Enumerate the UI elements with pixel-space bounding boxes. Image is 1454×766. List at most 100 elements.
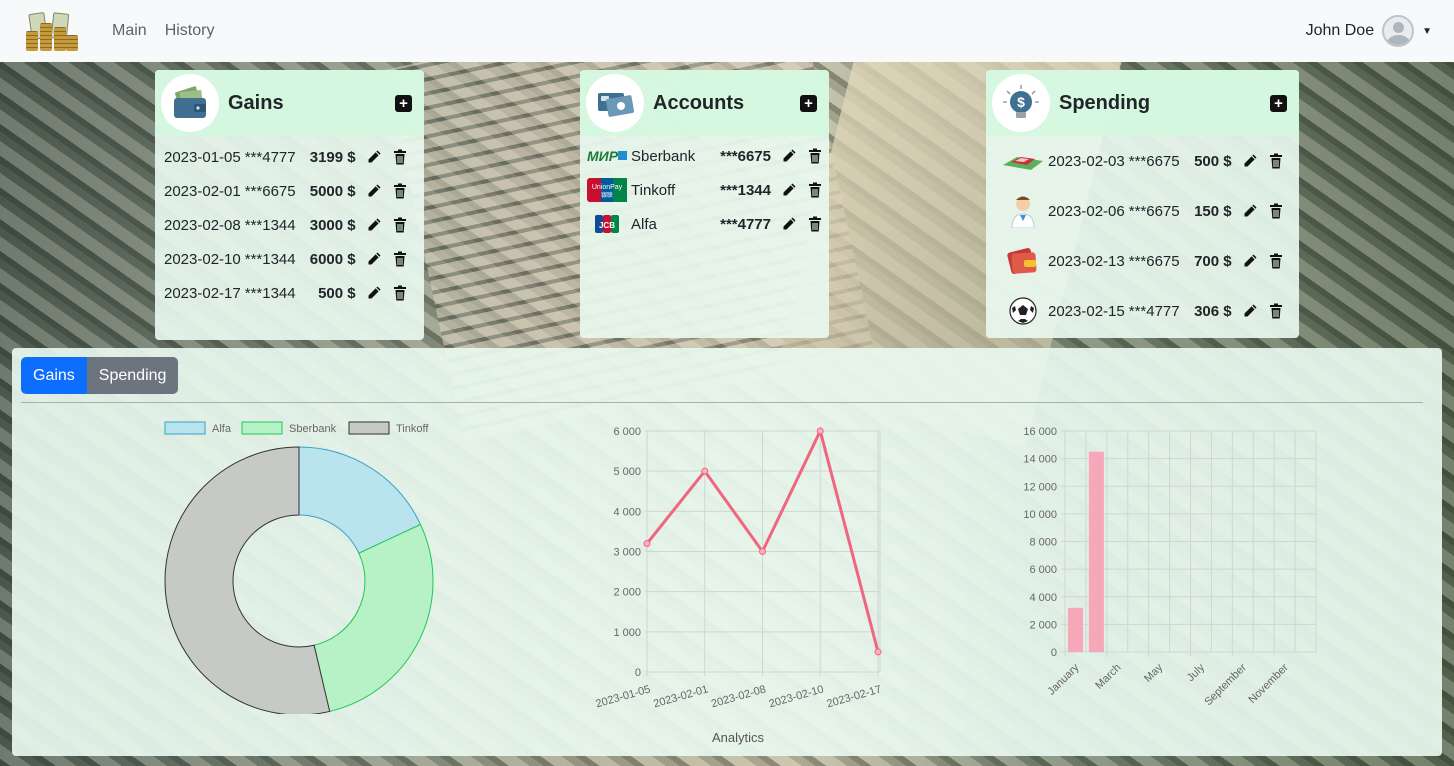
x-tick-label: 2023-02-08 [710,683,767,710]
nav-link-main[interactable]: Main [112,22,147,40]
add-spending-button[interactable]: + [1270,94,1287,112]
y-tick-label: 2 000 [613,587,641,599]
delete-trash-icon[interactable] [1268,253,1284,269]
gain-amount: 500 $ [318,284,356,302]
delete-trash-icon[interactable] [807,182,823,198]
gain-row: 2023-02-10 ***1344 6000 $ [164,242,424,276]
spending-amount: 306 $ [1194,302,1232,320]
spending-row: 2023-02-13 ***6675 700 $ [998,236,1299,286]
account-number: ***1344 [720,181,771,199]
edit-pencil-icon[interactable] [1242,203,1258,219]
lightbulb-dollar-icon: $ [992,74,1050,132]
spending-account: ***6675 [1128,202,1180,220]
gain-account: ***6675 [244,182,296,200]
gains-card: Gains + 2023-01-05 ***4777 3199 $ 2023-02-0… [155,70,424,340]
x-tick-label: 2023-02-17 [825,683,882,710]
edit-pencil-icon[interactable] [366,251,382,267]
delete-trash-icon[interactable] [392,251,408,267]
gain-account: ***1344 [244,216,296,234]
divider [21,402,1423,403]
avatar [1382,15,1415,47]
gain-account: ***1344 [244,284,296,302]
delete-trash-icon[interactable] [1268,203,1284,219]
gain-row: 2023-01-05 ***4777 3199 $ [164,140,424,174]
tab-spending[interactable]: Spending [86,357,179,394]
gain-amount: 6000 $ [309,250,356,268]
caret-down-icon: ▼ [1422,25,1432,37]
delete-trash-icon[interactable] [392,149,408,165]
edit-pencil-icon[interactable] [781,216,797,232]
svg-text:银联: 银联 [601,191,613,199]
y-tick-label: 2 000 [1029,619,1057,631]
card-title: Accounts [653,91,745,114]
gain-account: ***1344 [244,250,296,268]
data-point[interactable] [759,548,766,555]
doughnut-slice-sberbank[interactable] [313,523,434,713]
user-menu[interactable]: John Doe ▼ [1306,15,1432,47]
delete-trash-icon[interactable] [807,148,823,164]
delete-trash-icon[interactable] [392,183,408,199]
edit-pencil-icon[interactable] [366,217,382,233]
edit-pencil-icon[interactable] [366,149,382,165]
account-name: Sberbank [631,147,696,165]
y-tick-label: 16 000 [1023,426,1057,438]
spending-card: $ Spending + 2023-02-03 ***6675 500 $2023-… [986,70,1299,338]
svg-text:UnionPay: UnionPay [592,184,623,191]
legend-item[interactable]: Alfa [164,421,232,435]
edit-pencil-icon[interactable] [1242,153,1258,169]
navbar: Main History John Doe ▼ [0,0,1454,62]
legend-label: Alfa [212,423,232,435]
y-tick-label: 10 000 [1023,509,1057,521]
y-tick-label: 8 000 [1029,537,1057,549]
x-tick-label: 2023-02-10 [768,683,825,710]
delete-trash-icon[interactable] [1268,303,1284,319]
legend-item[interactable]: Sberbank [241,421,337,435]
edit-pencil-icon[interactable] [781,148,797,164]
data-point[interactable] [874,648,882,656]
delete-trash-icon[interactable] [1268,153,1284,169]
tab-gains[interactable]: Gains [21,357,87,394]
wallet-icon [161,74,219,132]
x-tick-label: November [1246,661,1291,706]
edit-pencil-icon[interactable] [1242,303,1258,319]
app-logo[interactable] [22,9,78,53]
account-row: МИР Sberbank ***6675 [587,139,829,173]
y-tick-label: 6 000 [613,426,641,438]
edit-pencil-icon[interactable] [781,182,797,198]
delete-trash-icon[interactable] [392,217,408,233]
spending-date: 2023-02-06 [1048,202,1125,220]
account-row: UnionPay 银联 Tinkoff ***1344 [587,173,829,207]
delete-trash-icon[interactable] [807,216,823,232]
x-tick-label: March [1093,662,1123,692]
account-name: Tinkoff [631,181,676,199]
data-point[interactable] [816,427,824,435]
bar-january[interactable] [1067,607,1083,652]
nav-links: Main History [112,22,214,40]
monthly-bar-chart: 0 2 000 4 000 6 000 8 000 10 000 12 000 14 000 1… [1023,426,1317,708]
x-tick-label: September [1202,661,1249,708]
spending-amount: 500 $ [1194,152,1232,170]
edit-pencil-icon[interactable] [1242,253,1258,269]
analytics-tabs: Gains Spending [21,357,179,394]
accounts-doughnut-chart: Alfa Sberbank Tinkoff [164,421,434,714]
spending-row: 2023-02-15 ***4777 306 $ [998,286,1299,336]
gain-row: 2023-02-17 ***1344 500 $ [164,276,424,310]
delete-trash-icon[interactable] [392,285,408,301]
gain-amount: 3199 $ [309,148,356,166]
spending-date: 2023-02-13 [1048,252,1125,270]
nav-link-history[interactable]: History [165,22,215,40]
data-point[interactable] [643,540,651,548]
edit-pencil-icon[interactable] [366,285,382,301]
add-gain-button[interactable]: + [395,94,412,112]
spending-list: 2023-02-03 ***6675 500 $2023-02-06 ***6675 1… [986,136,1299,336]
x-tick-label: 2023-02-01 [652,683,709,710]
add-account-button[interactable]: + [800,94,817,112]
edit-pencil-icon[interactable] [366,183,382,199]
coin-stack [40,23,52,51]
bar-february[interactable] [1088,451,1104,652]
legend-item[interactable]: Tinkoff [348,421,429,435]
card-title: Gains [228,91,284,114]
spending-row: 2023-02-03 ***6675 500 $ [998,136,1299,186]
data-point[interactable] [701,467,709,475]
account-number: ***4777 [720,215,771,233]
